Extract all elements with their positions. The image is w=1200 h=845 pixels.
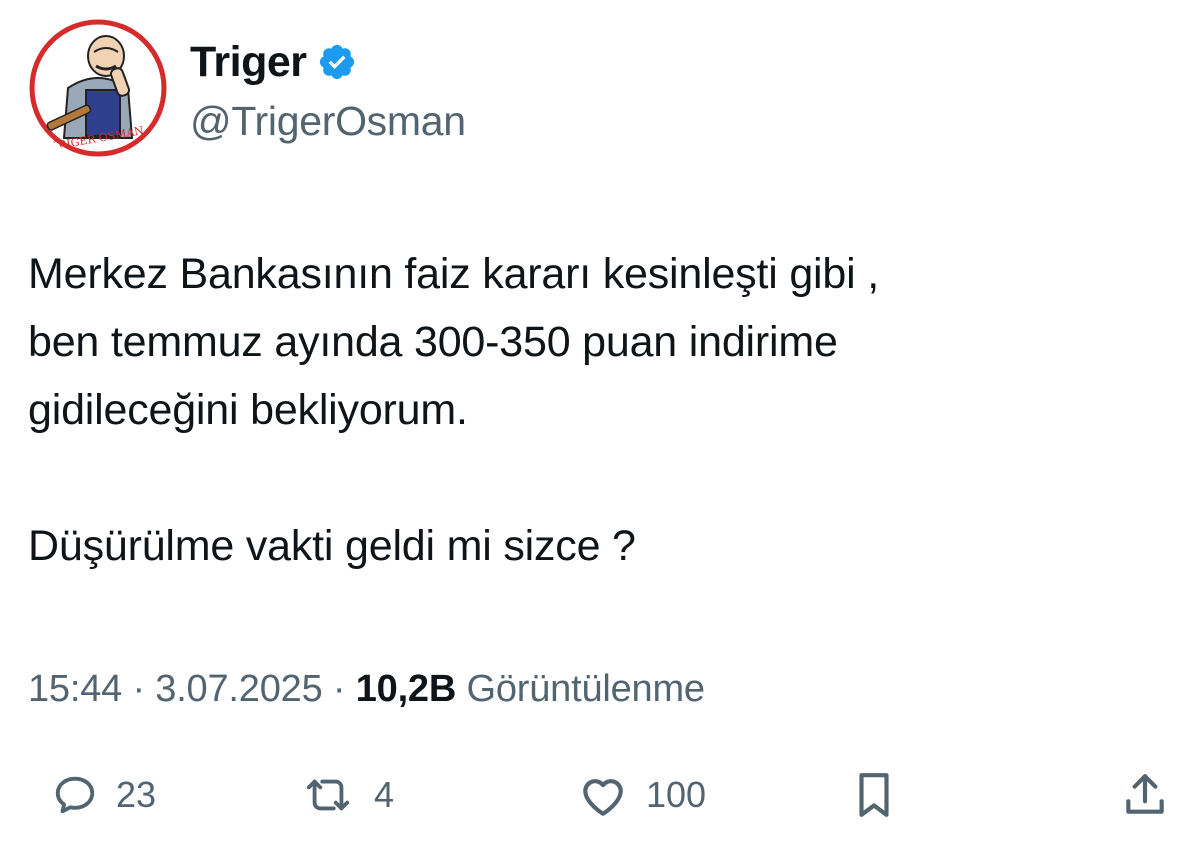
tweet-paragraph-2: Düşürülme vakti geldi mi sizce ?: [28, 522, 636, 570]
tweet-meta: 15:44 · 3.07.2025 · 10,2B Görüntülenme: [28, 668, 705, 711]
tweet-header: TRIGER OSMAN Triger @TrigerOsman: [28, 18, 466, 158]
tweet-paragraph-1: Merkez Bankasının faiz kararı kesinleşti…: [28, 250, 879, 434]
views-count[interactable]: 10,2B: [356, 668, 457, 710]
avatar-illustration: TRIGER OSMAN: [28, 18, 168, 158]
bookmark-icon: [852, 770, 896, 820]
user-names: Triger @TrigerOsman: [190, 18, 466, 145]
reply-button[interactable]: 23: [52, 762, 156, 828]
like-count: 100: [646, 774, 707, 815]
speech-bubble-icon: [52, 772, 98, 818]
retweet-count: 4: [374, 774, 395, 815]
bookmark-button[interactable]: [852, 762, 896, 828]
action-bar: 23 4 100: [0, 762, 1200, 832]
tweet-date[interactable]: 3.07.2025: [155, 668, 322, 710]
meta-separator: ·: [322, 668, 356, 710]
tweet-text: Merkez Bankasının faiz kararı kesinleşti…: [28, 240, 1178, 580]
reply-count: 23: [116, 774, 157, 815]
tweet-time[interactable]: 15:44: [28, 668, 122, 710]
avatar[interactable]: TRIGER OSMAN: [28, 18, 168, 158]
tweet-card: TRIGER OSMAN Triger @TrigerOsman Merkez …: [0, 0, 1200, 845]
retweet-button[interactable]: 4: [300, 762, 394, 828]
views-label[interactable]: Görüntülenme: [456, 668, 705, 710]
verified-badge-icon[interactable]: [317, 42, 357, 82]
share-button[interactable]: [1120, 762, 1170, 828]
meta-separator: ·: [122, 668, 156, 710]
user-handle[interactable]: @TrigerOsman: [190, 98, 466, 145]
display-name[interactable]: Triger: [190, 38, 307, 87]
like-button[interactable]: 100: [578, 762, 706, 828]
display-name-row: Triger: [190, 34, 466, 90]
heart-icon: [578, 772, 628, 818]
retweet-arrows-icon: [300, 772, 356, 818]
share-upload-icon: [1120, 770, 1170, 820]
